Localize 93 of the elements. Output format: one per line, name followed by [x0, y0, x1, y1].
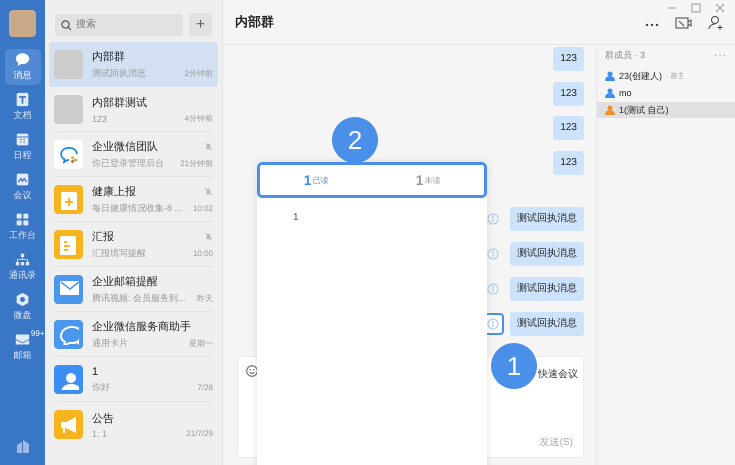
- message-time: 10:00: [192, 249, 213, 258]
- message-preview: 通用卡片: [92, 337, 128, 350]
- conversation-name: 健康上报: [92, 184, 136, 199]
- maximize-icon[interactable]: [691, 3, 701, 13]
- nav-item[interactable]: 微盘: [4, 289, 40, 325]
- message-preview: 汇报填写提醒: [92, 247, 146, 260]
- message-bubble: 123: [553, 150, 584, 174]
- message-preview: 1: 1: [92, 428, 108, 438]
- chat-bubble-avatar: [54, 320, 83, 349]
- conversation-name: 企业微信服务商助手: [92, 320, 191, 334]
- message-preview: 测试回执消息: [92, 67, 146, 80]
- message-preview: 腾讯视频: 会员服务到...: [92, 292, 186, 305]
- read-receipt-icon[interactable]: [487, 283, 499, 295]
- nav-item[interactable]: 文档: [4, 89, 40, 125]
- nav-item[interactable]: 会议: [4, 169, 40, 205]
- nav-icon: [15, 172, 30, 187]
- message-time: 10:02: [192, 204, 213, 213]
- conversation-item[interactable]: 公告 1: 1 21/7/29: [49, 402, 218, 447]
- member-name: 23(创建人): [619, 70, 662, 82]
- close-icon[interactable]: [715, 3, 725, 13]
- nav-icon: [15, 52, 30, 67]
- conversation-name: 公告: [92, 412, 114, 426]
- quick-meeting-link[interactable]: 快速会议: [538, 367, 578, 381]
- message-time: 21/7/29: [186, 429, 213, 438]
- nav-icon: [15, 252, 30, 267]
- conversation-item[interactable]: 内部群 测试回执消息 2分钟前: [49, 42, 218, 87]
- nav-item[interactable]: 日程: [4, 129, 40, 165]
- message-time: 星期一: [189, 338, 213, 349]
- conversation-name: 内部群: [92, 50, 125, 64]
- reader-name[interactable]: 1: [257, 198, 487, 223]
- conversation-name: 汇报: [92, 230, 114, 244]
- unread-count: 99+: [30, 329, 44, 338]
- building-icon[interactable]: [16, 439, 30, 453]
- message-time: 昨天: [197, 293, 213, 304]
- message-bubble: 123: [553, 47, 584, 71]
- group-avatar: [54, 50, 83, 79]
- conversation-item[interactable]: 内部群测试 123 4分钟前: [49, 87, 218, 132]
- emoji-icon[interactable]: [246, 365, 258, 377]
- read-receipt-icon[interactable]: [487, 248, 499, 260]
- nav-icon: [15, 212, 30, 227]
- megaphone-avatar: [54, 410, 83, 439]
- member-name: mo: [619, 88, 632, 98]
- nav-item[interactable]: 通讯录: [4, 249, 40, 285]
- step-callout: 1: [491, 343, 537, 389]
- add-button[interactable]: +: [189, 13, 212, 36]
- conversation-name: 企业邮箱提醒: [92, 275, 158, 289]
- conversation-item[interactable]: 企业微信团队 你已登录管理后台 21分钟前: [49, 132, 218, 177]
- search-icon: [61, 20, 72, 30]
- nav-icon: [15, 292, 30, 307]
- user-avatar[interactable]: [9, 10, 36, 37]
- nav-item[interactable]: 工作台: [4, 209, 40, 245]
- nav-item[interactable]: 消息: [4, 49, 40, 85]
- member-name: 1(测试 自己): [619, 104, 668, 116]
- message-bubble: 测试回执消息: [510, 277, 584, 301]
- conversation-item[interactable]: 企业微信服务商助手 通用卡片 星期一: [49, 312, 218, 357]
- member-item[interactable]: 1(测试 自己): [597, 102, 735, 118]
- nav-icon: [15, 332, 30, 347]
- conversation-item[interactable]: 健康上报 每日健康情况收集-8 ... 10:02: [49, 177, 218, 222]
- chat-title: 内部群: [235, 13, 275, 31]
- search-field[interactable]: 搜索: [55, 14, 183, 36]
- read-receipt-icon[interactable]: [487, 318, 499, 330]
- message-bubble: 123: [553, 116, 584, 140]
- add-member-icon[interactable]: [707, 13, 725, 31]
- conversation-name: 1: [92, 366, 98, 378]
- message-bubble: 测试回执消息: [510, 207, 584, 231]
- message-time: 4分钟前: [184, 113, 213, 124]
- message-time: 21分钟前: [180, 158, 213, 169]
- conversation-item[interactable]: 1 你好 7/28: [49, 357, 218, 402]
- message-preview: 每日健康情况收集-8 ...: [92, 202, 182, 215]
- step-callout: 2: [332, 117, 378, 163]
- nav-icon: [15, 92, 30, 107]
- message-bubble: 测试回执消息: [510, 242, 584, 266]
- message-time: 2分钟前: [184, 68, 213, 79]
- message-time: 7/28: [197, 382, 213, 392]
- read-receipt-icon[interactable]: [487, 213, 499, 225]
- conversation-name: 内部群测试: [92, 96, 147, 110]
- logo-avatar: [54, 140, 83, 169]
- message-preview: 你已登录管理后台: [92, 157, 164, 170]
- conversation-item[interactable]: 汇报 汇报填写提醒 10:00: [49, 222, 218, 267]
- message-bubble: 测试回执消息: [510, 312, 584, 336]
- message-bubble: 123: [553, 82, 584, 106]
- conversation-item[interactable]: 企业邮箱提醒 腾讯视频: 会员服务到... 昨天: [49, 267, 218, 312]
- report-avatar: [54, 230, 83, 259]
- member-item[interactable]: mo: [597, 85, 735, 101]
- members-header: 群成员 · 3: [605, 49, 646, 62]
- message-preview: 123: [92, 114, 108, 124]
- person-avatar: [54, 365, 83, 394]
- nav-icon: [15, 132, 30, 147]
- mail-avatar: [54, 275, 83, 304]
- message-preview: 你好: [92, 380, 110, 394]
- group-avatar: [54, 95, 83, 124]
- conversation-name: 企业微信团队: [92, 140, 158, 154]
- form-avatar: [54, 185, 83, 214]
